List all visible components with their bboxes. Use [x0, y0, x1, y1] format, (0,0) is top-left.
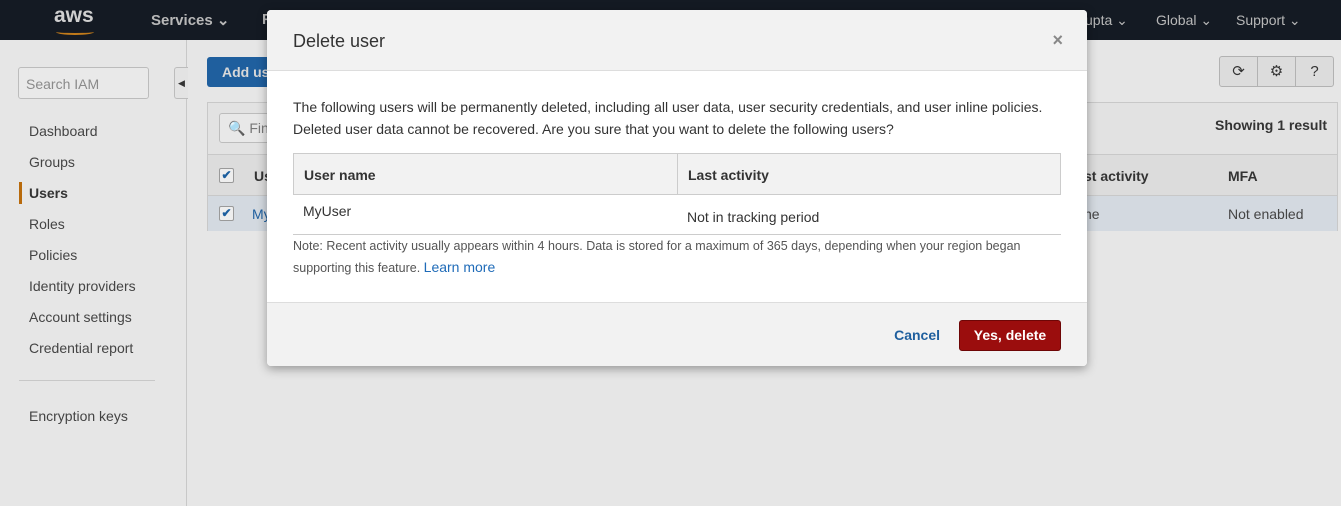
learn-more-link[interactable]: Learn more: [424, 259, 496, 275]
table-row: MyUser Not in tracking period: [293, 195, 1061, 235]
dialog-message: The following users will be permanently …: [293, 99, 1043, 137]
column-last-activity: Last activity: [688, 167, 769, 183]
confirm-delete-button[interactable]: Yes, delete: [959, 320, 1061, 351]
user-name: MyUser: [303, 203, 352, 219]
cancel-button[interactable]: Cancel: [894, 327, 940, 343]
close-icon[interactable]: ×: [1052, 30, 1063, 51]
delete-user-dialog: Delete user × The following users will b…: [267, 10, 1087, 366]
activity-note: Note: Recent activity usually appears wi…: [293, 239, 1021, 275]
dialog-title: Delete user: [293, 31, 386, 51]
column-user-name: User name: [294, 154, 678, 194]
last-activity: Not in tracking period: [687, 209, 820, 225]
users-to-delete-table: User name Last activity MyUser Not in tr…: [293, 153, 1061, 235]
